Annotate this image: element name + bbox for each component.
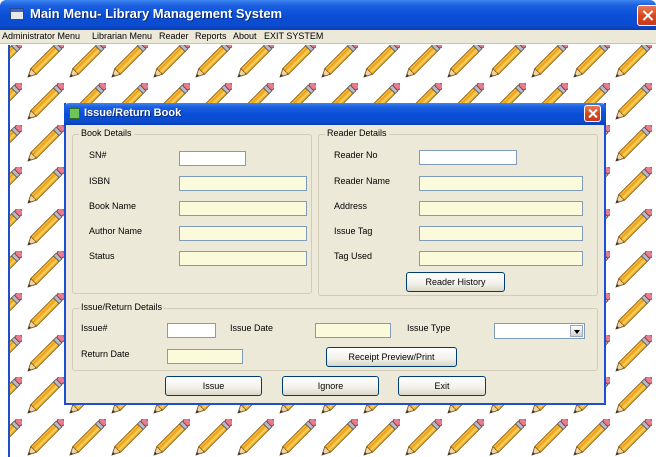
issue-tag-field[interactable] [419, 226, 583, 241]
status-label: Status [89, 251, 115, 261]
reader-details-legend: Reader Details [325, 128, 389, 138]
tag-used-label: Tag Used [334, 251, 373, 261]
menu-reader[interactable]: Reader [159, 31, 189, 41]
menu-exit-system[interactable]: EXIT SYSTEM [264, 31, 323, 41]
issue-return-details-legend: Issue/Return Details [79, 302, 165, 312]
return-date-field[interactable] [167, 349, 243, 364]
reader-name-label: Reader Name [334, 176, 391, 186]
menu-about[interactable]: About [233, 31, 257, 41]
reader-details-group: Reader Details Reader No Reader Name Add… [318, 128, 598, 296]
menu-librarian[interactable]: Librarian Menu [92, 31, 152, 41]
reader-name-field[interactable] [419, 176, 583, 191]
reader-no-label: Reader No [334, 150, 378, 160]
author-name-label: Author Name [89, 226, 143, 236]
chevron-down-icon[interactable] [570, 325, 583, 337]
isbn-field[interactable] [179, 176, 307, 191]
issue-return-details-group: Issue/Return Details Issue# Issue Date I… [72, 302, 598, 371]
book-name-field[interactable] [179, 201, 307, 216]
book-details-group: Book Details SN# ISBN Book Name Author N… [72, 128, 312, 294]
tag-used-field[interactable] [419, 251, 583, 266]
main-close-icon[interactable] [637, 5, 656, 26]
reader-history-button[interactable]: Reader History [406, 272, 505, 292]
author-name-field[interactable] [179, 226, 307, 241]
issue-button[interactable]: Issue [165, 376, 262, 396]
menu-bar: Administrator Menu Librarian Menu Reader… [0, 30, 656, 44]
status-field[interactable] [179, 251, 307, 266]
book-details-legend: Book Details [79, 128, 134, 138]
issue-return-dialog: Issue/Return Book Book Details SN# ISBN … [64, 103, 606, 405]
main-title-bar[interactable]: Main Menu- Library Management System [0, 0, 656, 30]
main-window-title: Main Menu- Library Management System [30, 6, 283, 21]
reader-no-input[interactable] [419, 150, 517, 165]
issue-date-field[interactable] [315, 323, 391, 338]
issue-no-label: Issue# [81, 323, 108, 333]
ignore-button[interactable]: Ignore [282, 376, 379, 396]
receipt-preview-print-button[interactable]: Receipt Preview/Print [326, 347, 457, 367]
dialog-close-icon[interactable] [584, 105, 601, 122]
address-label: Address [334, 201, 368, 211]
menu-reports[interactable]: Reports [195, 31, 227, 41]
sn-input[interactable] [179, 151, 246, 166]
issue-type-label: Issue Type [407, 323, 451, 333]
book-name-label: Book Name [89, 201, 137, 211]
issue-no-input[interactable] [167, 323, 216, 338]
isbn-label: ISBN [89, 176, 111, 186]
issue-date-label: Issue Date [230, 323, 274, 333]
address-field[interactable] [419, 201, 583, 216]
menu-administrator[interactable]: Administrator Menu [2, 31, 80, 41]
sn-label: SN# [89, 150, 107, 160]
dialog-title: Issue/Return Book [84, 107, 182, 119]
app-window-icon [10, 8, 24, 20]
return-date-label: Return Date [81, 349, 130, 359]
exit-button[interactable]: Exit [398, 376, 486, 396]
dialog-title-bar[interactable]: Issue/Return Book [64, 103, 606, 125]
issue-type-select[interactable] [494, 323, 585, 339]
issue-tag-label: Issue Tag [334, 226, 373, 236]
book-icon [69, 108, 80, 119]
